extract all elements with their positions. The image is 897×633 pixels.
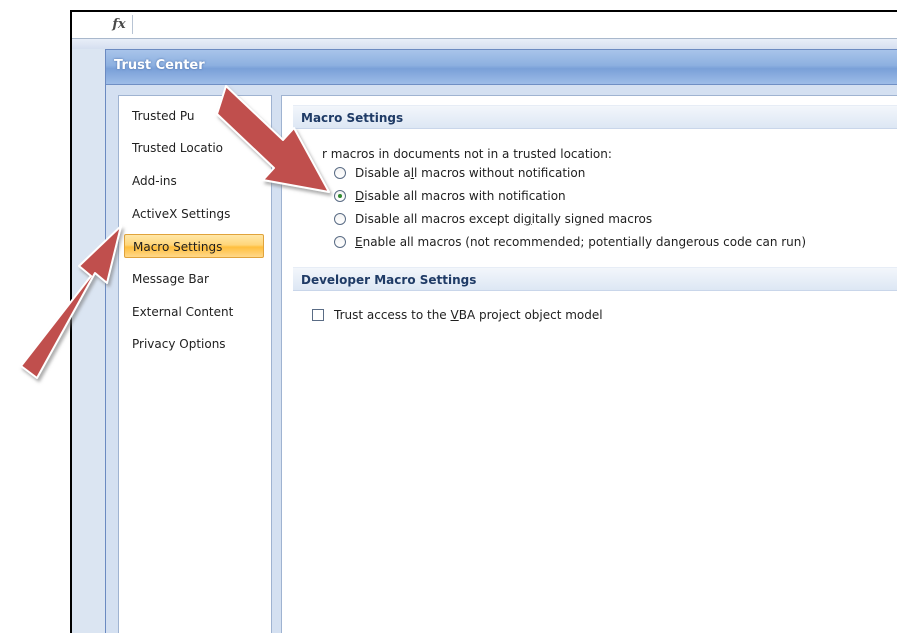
radio-label: Disable all macros except digitally sign… [355,212,653,226]
macro-settings-header: Macro Settings [293,105,897,129]
radio-enable-all-macros[interactable]: Enable all macros (not recommended; pote… [334,233,806,251]
checkbox[interactable] [312,309,324,321]
dialog-title-bar[interactable]: Trust Center [106,50,897,85]
radio-button-selected[interactable] [334,190,346,202]
dialog-body: Trusted Pu Trusted Locatio Add-ins Activ… [106,85,897,633]
formula-bar: fx [72,12,897,39]
sidebar-item-external-content[interactable]: External Content [124,300,264,324]
radio-label: Disable all macros without notification [355,166,586,180]
radio-label: Enable all macros (not recommended; pote… [355,235,807,249]
sidebar-item-trusted-locations[interactable]: Trusted Locatio [124,136,264,160]
checkbox-trust-vba-access[interactable]: Trust access to the VBA project object m… [312,306,603,324]
dialog-title: Trust Center [114,58,205,73]
sidebar-nav: Trusted Pu Trusted Locatio Add-ins Activ… [118,95,272,633]
sidebar-item-message-bar[interactable]: Message Bar [124,267,264,291]
radio-disable-all-no-notification[interactable]: Disable all macros without notification [334,164,585,182]
radio-button[interactable] [334,167,346,179]
radio-disable-except-signed[interactable]: Disable all macros except digitally sign… [334,210,652,228]
trust-center-dialog: Trust Center Trusted Pu Trusted Locatio … [105,49,897,633]
sidebar-item-activex-settings[interactable]: ActiveX Settings [124,202,264,226]
radio-disable-all-with-notification[interactable]: Disable all macros with notification [334,187,566,205]
sidebar-item-privacy-options[interactable]: Privacy Options [124,332,264,356]
function-icon[interactable]: fx [106,15,133,34]
settings-panel: Macro Settings r macros in documents not… [281,95,897,633]
ribbon-background [72,39,897,49]
sidebar-item-add-ins[interactable]: Add-ins [124,169,264,193]
radio-label: Disable all macros with notification [355,189,566,203]
sidebar-item-macro-settings[interactable]: Macro Settings [124,234,264,258]
developer-macro-settings-header: Developer Macro Settings [293,267,897,291]
checkbox-label: Trust access to the VBA project object m… [334,308,603,322]
macro-settings-description: r macros in documents not in a trusted l… [322,147,612,161]
sidebar-item-trusted-publishers[interactable]: Trusted Pu [124,104,264,128]
radio-button[interactable] [334,236,346,248]
radio-button[interactable] [334,213,346,225]
excel-window: fx Trust Center Trusted Pu Trusted Locat… [70,10,897,633]
